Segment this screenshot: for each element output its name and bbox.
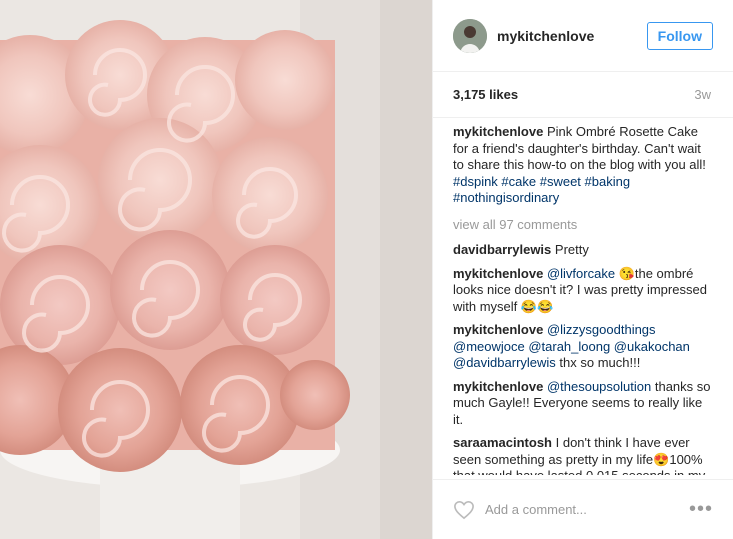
likes-count[interactable]: 3,175 likes: [453, 87, 518, 102]
comment-mention[interactable]: @livforcake: [547, 266, 615, 281]
comment-username[interactable]: mykitchenlove: [453, 379, 543, 394]
likes-row: 3,175 likes 3w: [433, 72, 733, 118]
cake-photo-illustration: [0, 0, 432, 539]
comment-item: mykitchenlove @lizzysgoodthings @meowjoc…: [453, 322, 713, 372]
follow-button[interactable]: Follow: [646, 21, 713, 50]
comment-username[interactable]: mykitchenlove: [453, 322, 543, 337]
avatar-photo: [453, 18, 487, 53]
comment-mention[interactable]: @thesoupsolution: [547, 379, 651, 394]
comment-bar: Add a comment... •••: [433, 479, 733, 539]
caption-username[interactable]: mykitchenlove: [453, 124, 543, 139]
comment-username[interactable]: davidbarrylewis: [453, 242, 551, 257]
caption: mykitchenlove Pink Ombré Rosette Cake fo…: [453, 124, 713, 207]
comment-text: Pretty: [554, 242, 589, 257]
comment-item: mykitchenlove @livforcake 😘the ombré loo…: [453, 266, 713, 316]
comment-item: mykitchenlove @thesoupsolution thanks so…: [453, 379, 713, 429]
avatar[interactable]: [453, 18, 487, 53]
comment-text: thx so much!!!: [559, 355, 641, 370]
comment-item: davidbarrylewis Pretty: [453, 242, 713, 259]
comments-list: mykitchenlove Pink Ombré Rosette Cake fo…: [433, 118, 733, 475]
view-all-comments-link[interactable]: view all 97 comments: [453, 217, 713, 234]
post-header: mykitchenlove Follow: [433, 0, 733, 72]
comment-username[interactable]: mykitchenlove: [453, 266, 543, 281]
add-comment-input[interactable]: Add a comment...: [485, 502, 689, 517]
username-link[interactable]: mykitchenlove: [497, 28, 647, 44]
post-photo[interactable]: [0, 0, 432, 539]
more-options-icon[interactable]: •••: [689, 498, 713, 521]
heart-icon[interactable]: [453, 500, 475, 520]
rosettes: [0, 20, 350, 472]
post-time[interactable]: 3w: [694, 87, 711, 102]
post-container: mykitchenlove Follow 3,175 likes 3w myki…: [0, 0, 733, 539]
comment-item: saraamacintosh I don't think I have ever…: [453, 435, 713, 475]
post-details-panel: mykitchenlove Follow 3,175 likes 3w myki…: [432, 0, 733, 539]
caption-hashtags[interactable]: #dspink #cake #sweet #baking #nothingiso…: [453, 174, 713, 207]
comment-username[interactable]: saraamacintosh: [453, 435, 552, 450]
